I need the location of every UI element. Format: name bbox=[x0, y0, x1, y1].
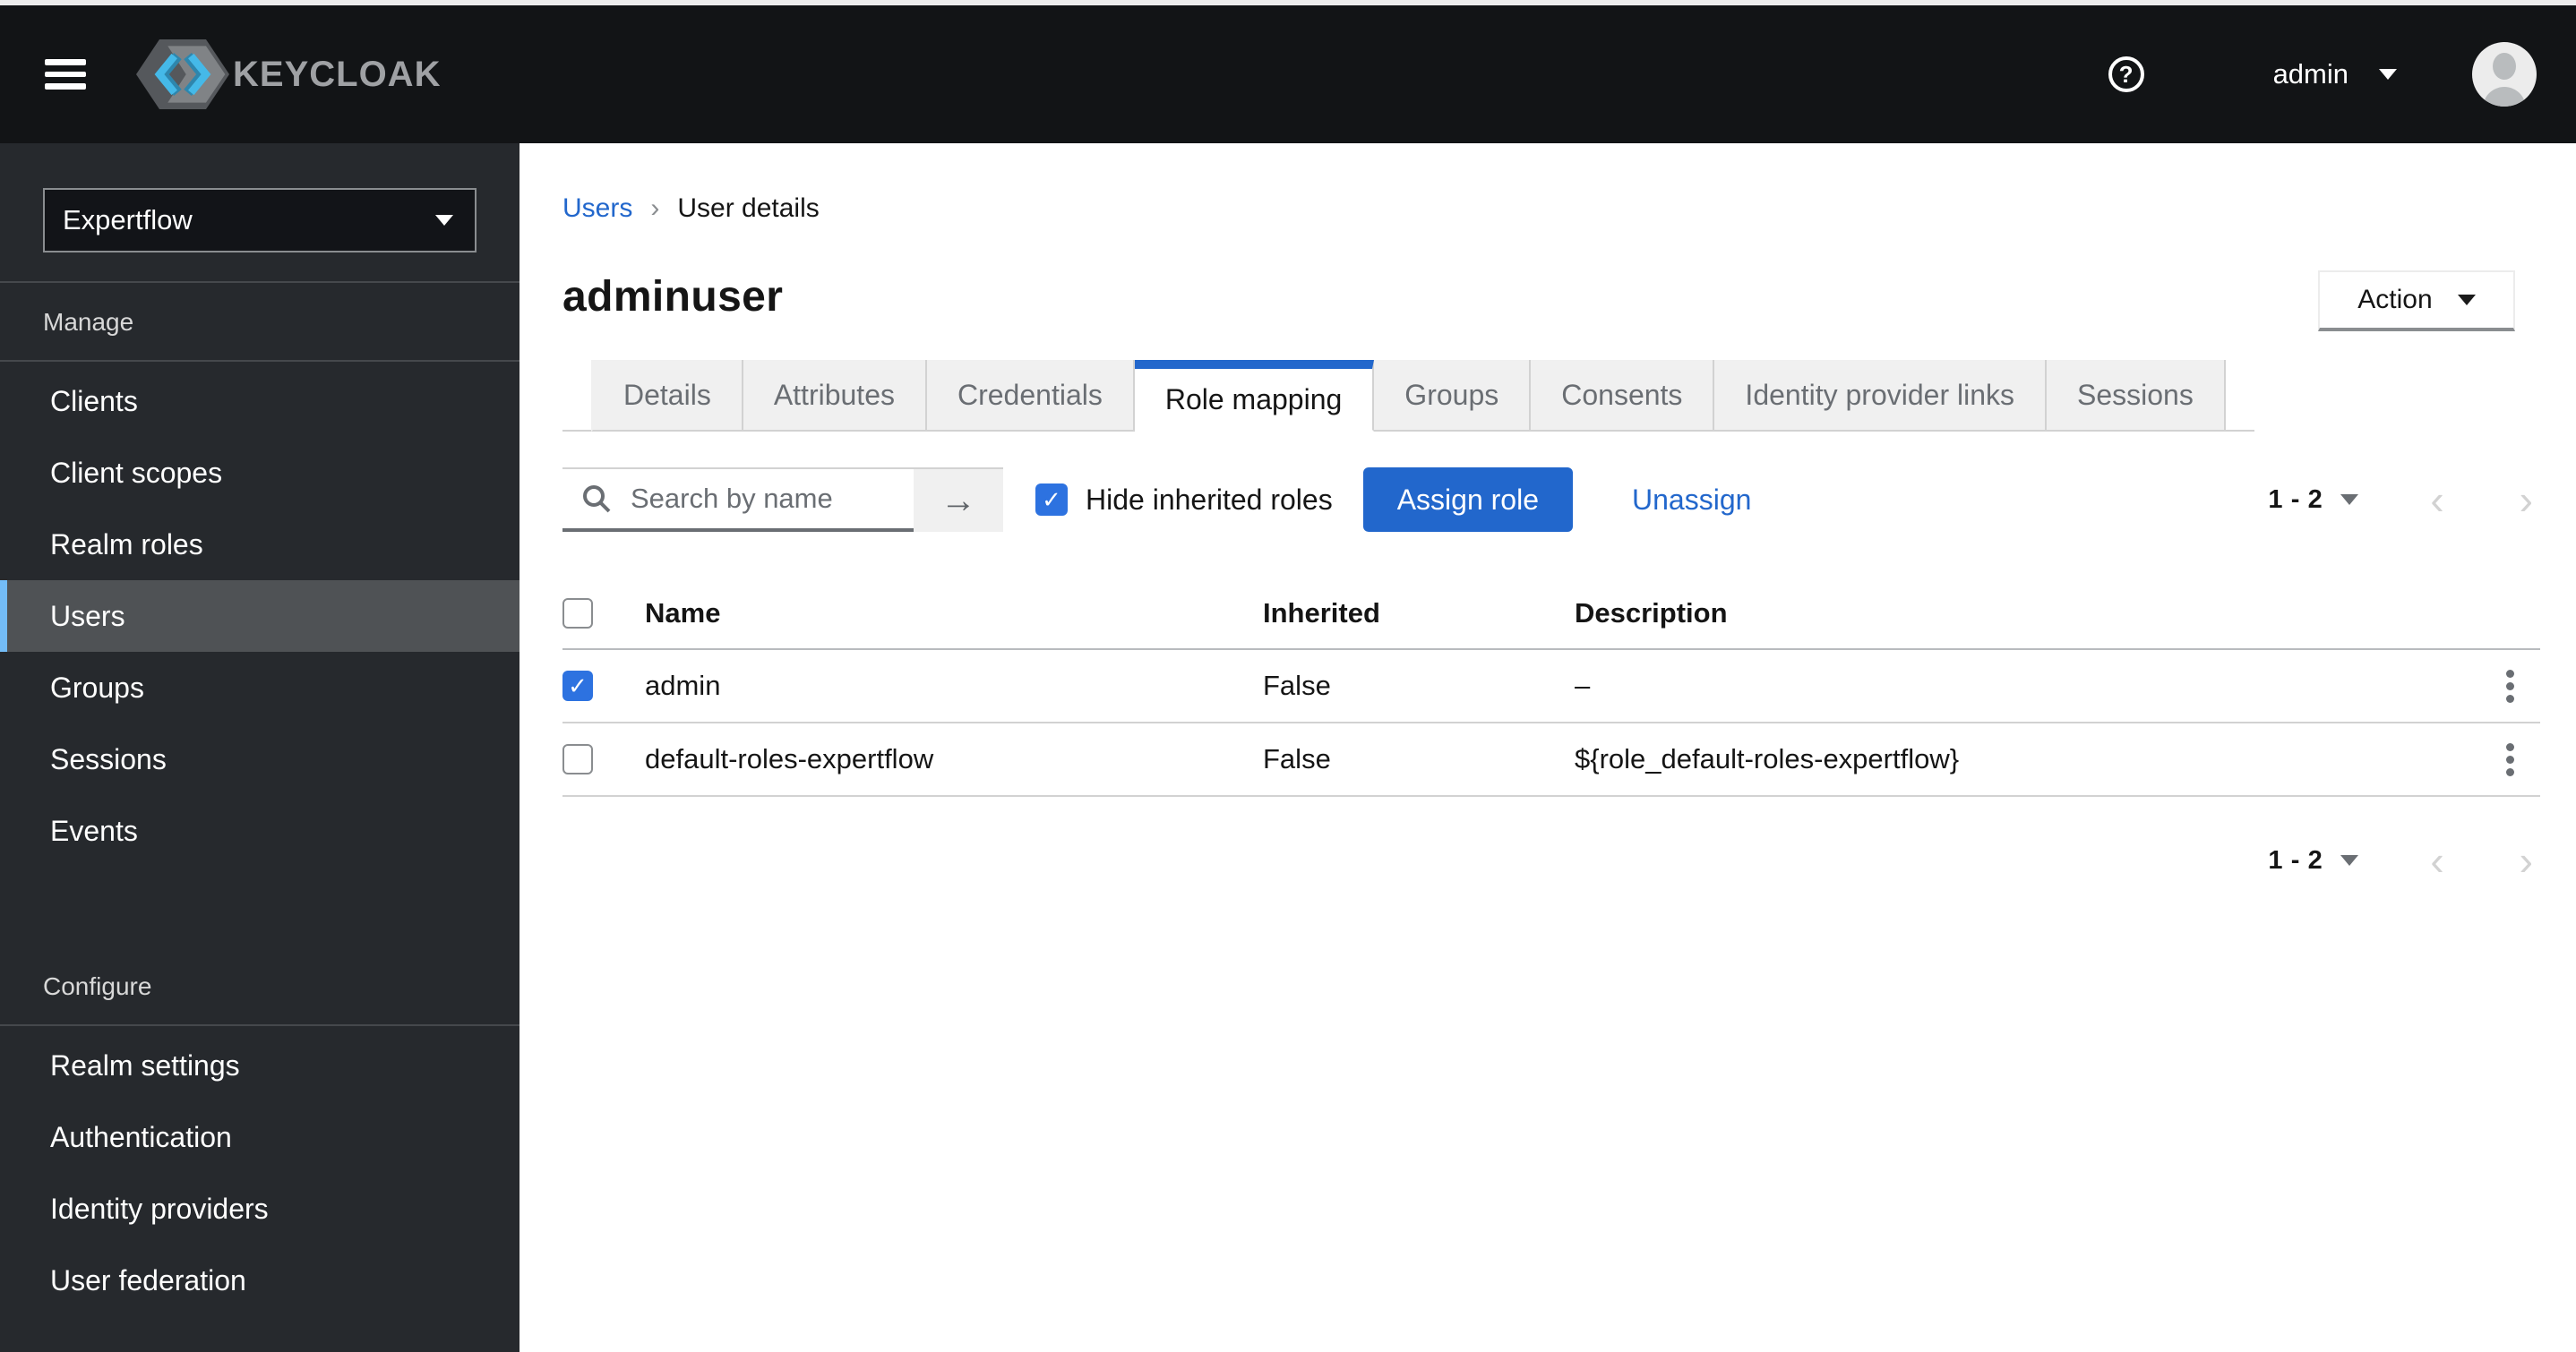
role-mapping-table: Name Inherited Description admin False – defau… bbox=[562, 578, 2540, 797]
row-checkbox[interactable] bbox=[562, 671, 593, 701]
column-header-name: Name bbox=[645, 597, 721, 629]
tab-consents[interactable]: Consents bbox=[1531, 360, 1715, 432]
help-icon[interactable] bbox=[2108, 56, 2144, 92]
role-name-cell: admin bbox=[645, 670, 721, 701]
sidebar-nav: Manage Clients Client scopes Realm roles Use… bbox=[0, 283, 519, 1316]
column-header-inherited: Inherited bbox=[1263, 597, 1380, 629]
caret-down-icon bbox=[435, 215, 453, 226]
hide-inherited-roles-toggle[interactable]: Hide inherited roles bbox=[1035, 483, 1333, 517]
realm-block: Expertflow bbox=[0, 143, 519, 283]
table-row-default-roles-expertflow: default-roles-expertflow False ${role_defa… bbox=[562, 723, 2540, 797]
row-checkbox[interactable] bbox=[562, 744, 593, 774]
description-cell: ${role_default-roles-expertflow} bbox=[1575, 743, 1960, 774]
sidebar-item-events[interactable]: Events bbox=[0, 795, 519, 867]
description-cell: – bbox=[1575, 670, 1591, 701]
nav-section-title-manage: Manage bbox=[0, 283, 519, 362]
page-title: adminuser bbox=[562, 273, 784, 321]
hide-inherited-checkbox[interactable] bbox=[1035, 483, 1068, 516]
nav-section-title-configure: Configure bbox=[0, 947, 519, 1026]
pagination-caret-down-icon[interactable] bbox=[2340, 494, 2359, 505]
realm-selector[interactable]: Expertflow bbox=[43, 188, 477, 252]
tabs: Details Attributes Credentials Role mapping… bbox=[562, 360, 2540, 432]
tab-credentials[interactable]: Credentials bbox=[926, 360, 1135, 432]
hide-inherited-label: Hide inherited roles bbox=[1086, 483, 1333, 516]
chevron-right-icon bbox=[650, 193, 659, 224]
user-menu[interactable]: admin bbox=[2273, 58, 2397, 90]
avatar[interactable] bbox=[2472, 42, 2537, 107]
search-group bbox=[562, 467, 1003, 532]
caret-down-icon bbox=[2457, 295, 2476, 305]
search-input[interactable] bbox=[627, 481, 914, 517]
pagination-prev-icon[interactable] bbox=[2430, 840, 2443, 881]
keycloak-hexagon-icon bbox=[136, 39, 229, 109]
brand-text: KEYCLOAK bbox=[233, 54, 442, 94]
assign-role-button[interactable]: Assign role bbox=[1362, 467, 1573, 532]
keycloak-logo: KEYCLOAK bbox=[136, 34, 441, 115]
sidebar-item-authentication[interactable]: Authentication bbox=[0, 1101, 519, 1173]
pagination-bottom: 1 - 2 bbox=[2268, 840, 2533, 881]
kebab-menu-icon[interactable] bbox=[2499, 736, 2521, 783]
pagination-top: 1 - 2 bbox=[2268, 479, 2533, 520]
search-submit-button[interactable] bbox=[914, 469, 1003, 532]
action-label: Action bbox=[2357, 285, 2433, 314]
search-icon bbox=[583, 485, 611, 513]
breadcrumb: Users User details bbox=[562, 193, 2540, 224]
tab-attributes[interactable]: Attributes bbox=[743, 360, 927, 432]
realm-name: Expertflow bbox=[63, 204, 193, 235]
tab-role-mapping[interactable]: Role mapping bbox=[1134, 360, 1375, 432]
pagination-prev-icon[interactable] bbox=[2430, 479, 2443, 520]
username: admin bbox=[2272, 58, 2348, 90]
sidebar-item-groups[interactable]: Groups bbox=[0, 652, 519, 723]
caret-down-icon bbox=[2379, 69, 2397, 80]
main-content: Users User details adminuser Action Deta… bbox=[519, 143, 2576, 1352]
tab-sessions[interactable]: Sessions bbox=[2047, 360, 2226, 432]
sidebar-item-clients[interactable]: Clients bbox=[0, 365, 519, 437]
column-header-description: Description bbox=[1575, 597, 1728, 629]
tab-details[interactable]: Details bbox=[591, 360, 743, 432]
masthead: KEYCLOAK admin bbox=[0, 5, 2576, 143]
sidebar-item-realm-roles[interactable]: Realm roles bbox=[0, 509, 519, 580]
pagination-next-icon[interactable] bbox=[2520, 479, 2533, 520]
toolbar: Hide inherited roles Assign role Unassig… bbox=[562, 467, 2540, 532]
tab-groups[interactable]: Groups bbox=[1374, 360, 1532, 432]
select-all-checkbox[interactable] bbox=[562, 598, 593, 629]
pagination-range: 1 - 2 bbox=[2268, 845, 2323, 875]
action-dropdown-button[interactable]: Action bbox=[2318, 270, 2515, 331]
pagination-range: 1 - 2 bbox=[2268, 484, 2323, 514]
table-row-admin: admin False – bbox=[562, 650, 2540, 723]
hamburger-menu-icon[interactable] bbox=[45, 59, 86, 90]
sidebar-item-realm-settings[interactable]: Realm settings bbox=[0, 1030, 519, 1101]
sidebar-item-users[interactable]: Users bbox=[0, 580, 519, 652]
pagination-caret-down-icon[interactable] bbox=[2340, 855, 2359, 866]
tab-identity-provider-links[interactable]: Identity provider links bbox=[1714, 360, 2047, 432]
sidebar-item-sessions[interactable]: Sessions bbox=[0, 723, 519, 795]
inherited-cell: False bbox=[1263, 743, 1331, 774]
role-name-cell: default-roles-expertflow bbox=[645, 743, 934, 774]
sidebar-item-client-scopes[interactable]: Client scopes bbox=[0, 437, 519, 509]
unassign-link[interactable]: Unassign bbox=[1632, 483, 1751, 517]
breadcrumb-link-users[interactable]: Users bbox=[562, 193, 632, 224]
sidebar: Expertflow Manage Clients Client scopes Rea… bbox=[0, 143, 519, 1352]
inherited-cell: False bbox=[1263, 670, 1331, 701]
sidebar-item-user-federation[interactable]: User federation bbox=[0, 1245, 519, 1316]
kebab-menu-icon[interactable] bbox=[2499, 663, 2521, 710]
sidebar-item-identity-providers[interactable]: Identity providers bbox=[0, 1173, 519, 1245]
pagination-next-icon[interactable] bbox=[2520, 840, 2533, 881]
table-header-row: Name Inherited Description bbox=[562, 578, 2540, 650]
breadcrumb-current: User details bbox=[677, 193, 820, 223]
